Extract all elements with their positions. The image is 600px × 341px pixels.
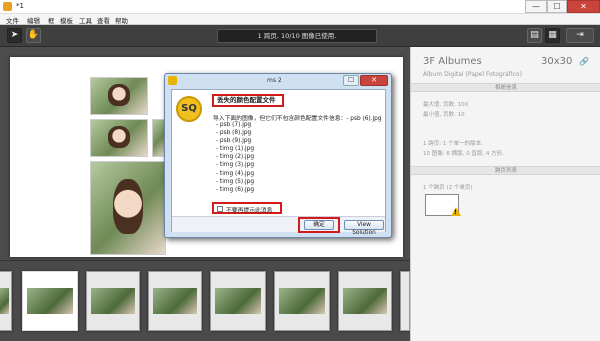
menu-frame[interactable]: 框 [48,15,55,25]
list-item: - timg (4).jpg [216,170,255,177]
list-item: - timg (3).jpg [216,162,255,169]
album-size: 30x30 [541,56,573,67]
photo-frame[interactable] [90,77,148,115]
ok-button[interactable]: 确定 [304,220,334,230]
cursor-arrow-icon[interactable]: ➤ [7,28,22,43]
dialog-heading: 丢失的颜色配置文件 [212,94,284,107]
section-header-album-info[interactable]: 相册信息 [411,83,600,92]
window-title: *1 [16,2,24,10]
album-subtitle: Álbum Digital (Papel Fotográfico) [423,71,522,78]
list-item: - timg (6).jpg [216,186,255,193]
dialog-footer: 确定 View Solution [172,216,385,236]
info-max-pages: 最大值, 页数: 100 [423,102,469,108]
image-thumbnail[interactable] [22,271,78,331]
menu-bar: 文件 编辑 框 模板 工具 查看 帮助 [0,14,600,25]
maximize-button[interactable]: ☐ [547,0,567,13]
image-thumbnail[interactable] [338,271,392,331]
hand-icon[interactable]: ✋ [26,28,41,43]
menu-view[interactable]: 查看 [97,15,110,25]
dialog-app-icon [168,76,177,85]
single-page-view-icon[interactable]: ▤ [527,28,542,43]
image-thumbnail[interactable] [210,271,266,331]
list-item: - psb (8).jpg [216,130,252,137]
list-item: - psb (9).jpg [216,138,252,145]
spread-view-icon[interactable]: ▦ [545,28,560,43]
dont-show-again-label[interactable]: 不要再提示此消息 [226,205,272,214]
dont-show-again-option: 不要再提示此消息 [212,202,282,214]
spread-info: 1 跨页: 1 个单一的版本. [423,141,483,147]
list-item: - timg (1).jpg [216,146,255,153]
dialog-maximize-button[interactable]: ☐ [343,75,359,86]
link-icon[interactable]: 🔗 [579,57,589,66]
menu-tools[interactable]: 工具 [79,15,92,25]
image-filmstrip [0,260,410,341]
toolbar: ➤ ✋ 1 跨页, 10/10 图像已使用. ▤ ▦ ⇥ [0,25,600,47]
missing-color-profile-dialog: ms 2 ☐ ✕ SQ 丢失的颜色配置文件 导入下面的图像，但它们不包含颜色配置… [164,73,392,238]
image-info: 10 图像: 6 横版, 0 直版, 4 方形. [423,151,504,157]
list-item: - timg (2).jpg [216,154,255,161]
dialog-title: ms 2 [267,77,282,84]
view-solution-button[interactable]: View Solution [344,220,384,236]
app-icon [3,2,12,11]
image-thumbnail[interactable] [148,271,202,331]
photo-frame[interactable] [90,161,166,255]
dont-show-again-checkbox[interactable] [217,206,223,212]
dialog-title-bar[interactable]: ms 2 ☐ ✕ [165,74,391,88]
menu-edit[interactable]: 编辑 [27,15,40,25]
missing-profile-file-list: - psb (7).jpg - psb (8).jpg - psb (9).jp… [216,121,254,194]
close-button[interactable]: ✕ [567,0,600,13]
list-item: - timg (5).jpg [216,178,255,185]
dialog-body: SQ 丢失的颜色配置文件 导入下面的图像，但它们不包含颜色配置文件信息：- ps… [171,89,386,236]
menu-file[interactable]: 文件 [6,15,19,25]
image-thumbnail[interactable] [0,271,12,331]
album-info-panel: 3F Albumes 30x30 🔗 Álbum Digital (Papel … [410,47,600,341]
info-min-pages: 最小值, 页数: 10 [423,112,465,118]
image-thumbnail[interactable] [274,271,330,331]
sq-logo-icon: SQ [176,96,202,122]
image-thumbnail[interactable] [400,271,410,331]
list-item: - psb (7).jpg [216,122,252,128]
section-header-spread-list[interactable]: 跨页列表 [411,166,600,175]
image-thumbnail[interactable] [86,271,140,331]
ok-button-highlight: 确定 [298,217,340,233]
album-title: 3F Albumes [423,56,482,67]
title-bar: *1 — ☐ ✕ [0,0,600,14]
dialog-close-button[interactable]: ✕ [360,75,388,86]
minimize-button[interactable]: — [525,0,547,13]
photo-frame[interactable] [90,119,148,157]
export-icon[interactable]: ⇥ [566,28,594,43]
spread-count-label: 1 个跨页 (2 个单页) [423,185,473,191]
menu-help[interactable]: 帮助 [115,15,128,25]
status-display: 1 跨页, 10/10 图像已使用. [217,29,377,43]
menu-template[interactable]: 模板 [60,15,73,25]
